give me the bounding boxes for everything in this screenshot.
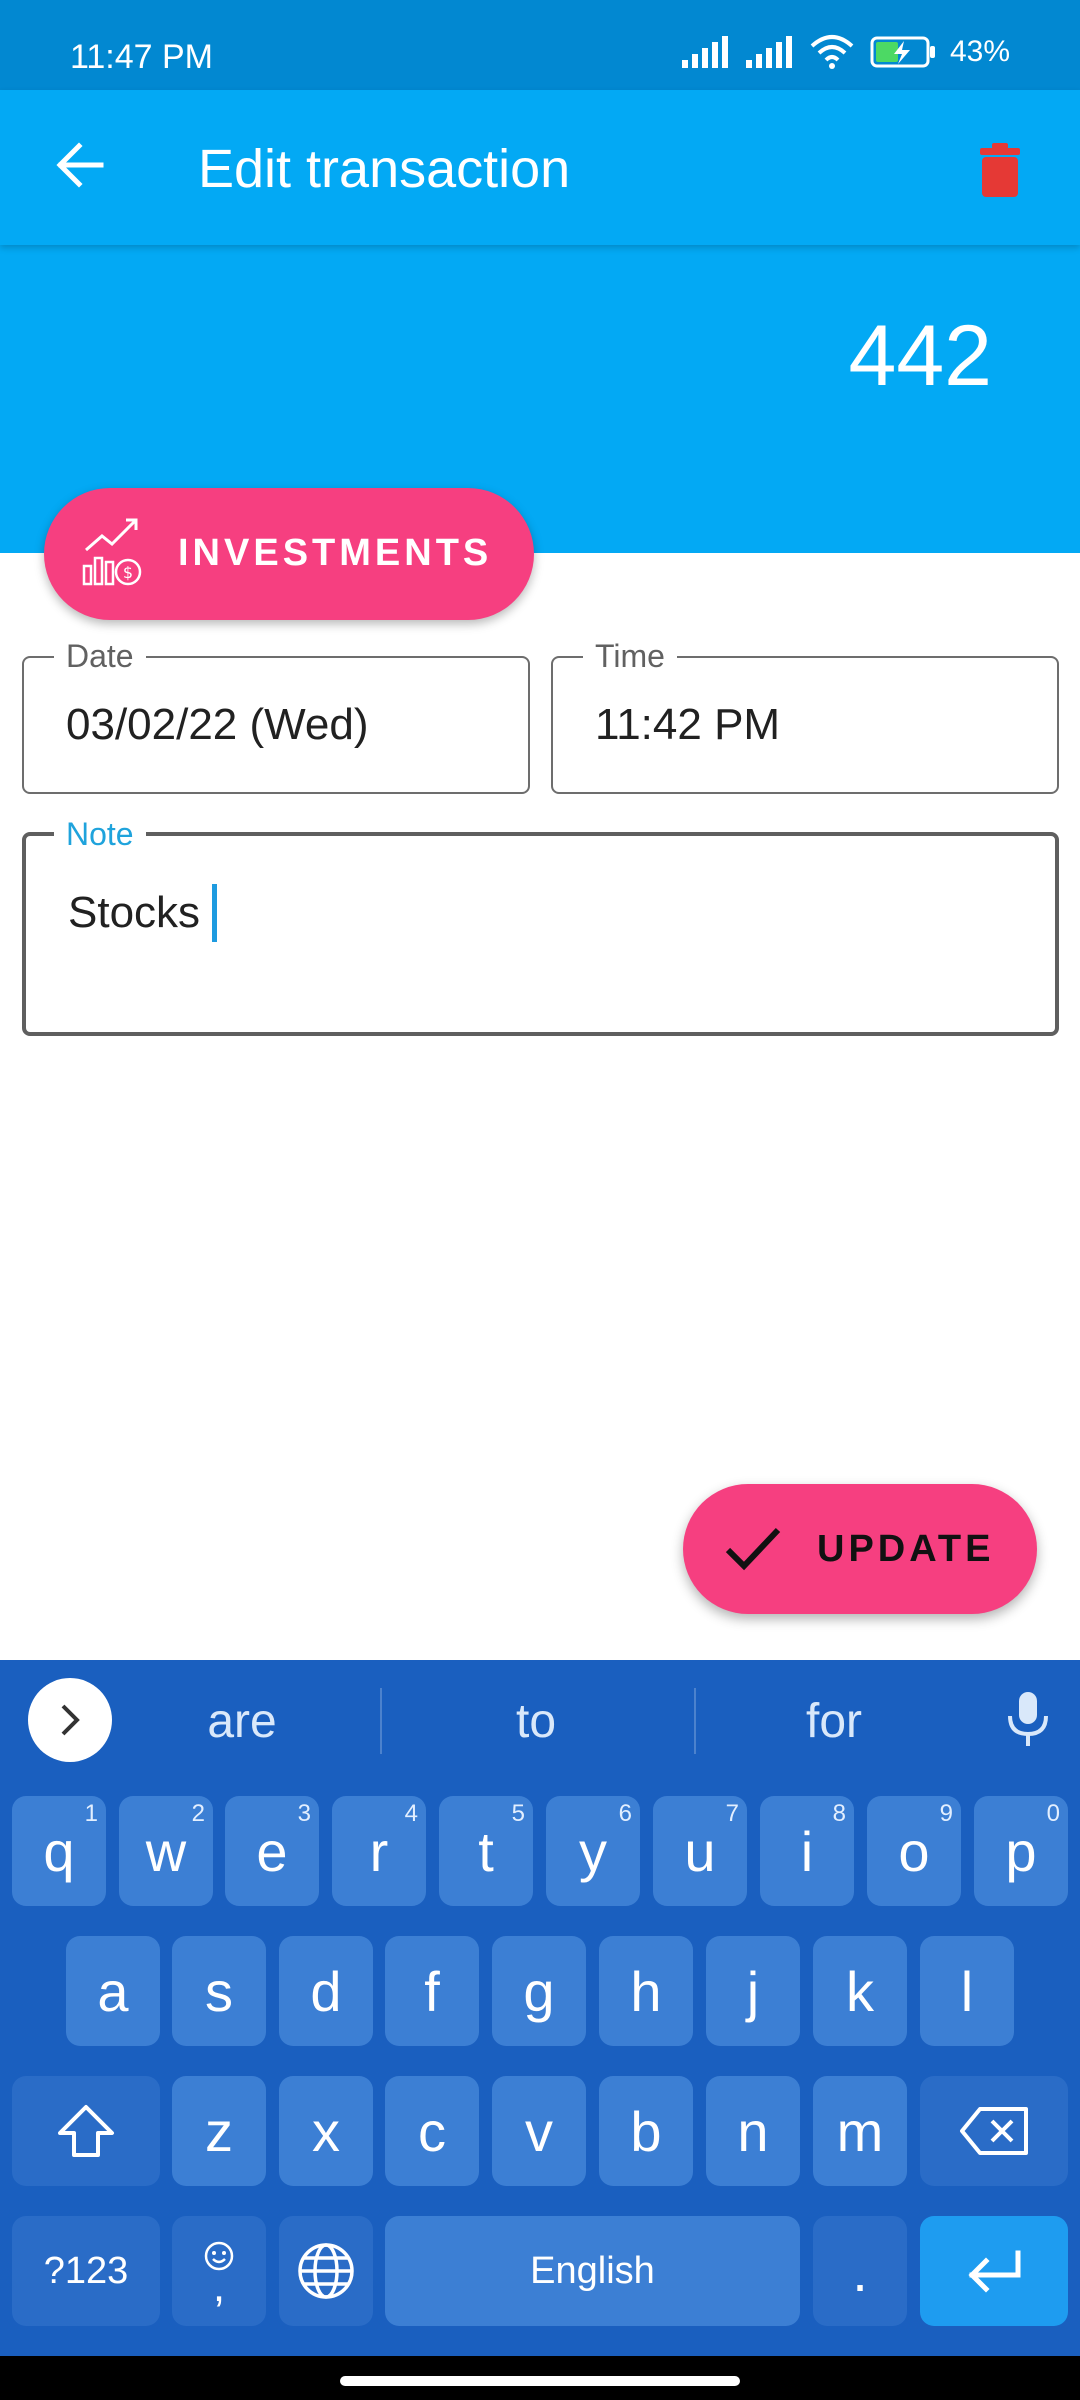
key-s[interactable]: s [172,1936,266,2046]
time-label: Time [583,636,677,676]
page-title: Edit transaction [198,139,571,199]
key-k[interactable]: k [813,1936,907,2046]
update-label: UPDATE [817,1528,995,1570]
key-e[interactable]: e3 [225,1796,319,1906]
key-y[interactable]: y6 [546,1796,640,1906]
status-bar: 11:47 PM 43% [0,0,1080,90]
key-l[interactable]: l [920,1936,1014,2046]
shift-icon [58,2105,114,2157]
note-value: Stocks [68,888,201,937]
wifi-icon [810,35,854,69]
key-c[interactable]: c [385,2076,479,2186]
mic-icon [1008,1692,1048,1746]
symbols-key[interactable]: ?123 [12,2216,160,2326]
date-value: 03/02/22 (Wed) [66,700,369,749]
key-q[interactable]: q1 [12,1796,106,1906]
enter-icon [968,2250,1021,2293]
key-h[interactable]: h [599,1936,693,2046]
space-key[interactable]: English [385,2216,800,2326]
time-value: 11:42 PM [595,700,781,749]
key-v[interactable]: v [492,2076,586,2186]
delete-button[interactable] [960,130,1040,210]
date-label: Date [54,636,146,676]
key-u[interactable]: u7 [653,1796,747,1906]
battery-icon [870,36,935,68]
suggestion-3[interactable]: for [714,1694,954,1749]
note-label: Note [54,814,146,854]
check-icon [725,1527,781,1571]
suggestion-bar: are to for [0,1660,1080,1780]
key-f[interactable]: f [385,1936,479,2046]
suggestion-1[interactable]: are [122,1694,362,1749]
key-z[interactable]: z [172,2076,266,2186]
home-handle[interactable] [340,2376,740,2386]
key-x[interactable]: x [279,2076,373,2186]
key-a[interactable]: a [66,1936,160,2046]
backspace-key[interactable] [920,2076,1068,2186]
key-g[interactable]: g [492,1936,586,2046]
suggestion-2[interactable]: to [416,1694,656,1749]
category-label: INVESTMENTS [178,532,493,574]
app-bar: Edit transaction [0,90,1080,245]
backspace-icon [960,2107,1028,2155]
key-m[interactable]: m [813,2076,907,2186]
key-w[interactable]: w2 [119,1796,213,1906]
suggestion-divider [694,1688,696,1754]
navigation-bar [0,2356,1080,2400]
signal-icon [745,36,792,68]
amount-value[interactable]: 442 [849,307,993,406]
date-field[interactable]: Date 03/02/22 (Wed) [22,636,530,794]
investment-chart-icon: $ [82,518,142,586]
globe-icon [298,2243,354,2299]
svg-text:$: $ [123,563,133,582]
key-t[interactable]: t5 [439,1796,533,1906]
arrow-back-icon [56,142,104,188]
key-r[interactable]: r4 [332,1796,426,1906]
suggestion-expand-button[interactable] [28,1678,112,1762]
key-j[interactable]: j [706,1936,800,2046]
status-icons: 43% [680,34,1010,70]
language-key[interactable] [279,2216,373,2326]
category-chip[interactable]: $ INVESTMENTS [44,488,534,620]
battery-percent: 43% [949,35,1010,68]
key-p[interactable]: p0 [974,1796,1068,1906]
chevron-right-icon [61,1704,80,1736]
key-o[interactable]: o9 [867,1796,961,1906]
period-key[interactable]: . [813,2216,907,2326]
signal-icon [681,36,728,68]
trash-icon [980,143,1020,197]
enter-key[interactable] [920,2216,1068,2326]
key-b[interactable]: b [599,2076,693,2186]
time-field[interactable]: Time 11:42 PM [551,636,1059,794]
back-button[interactable] [45,130,115,200]
suggestion-divider [380,1688,382,1754]
mic-button[interactable] [1006,1690,1050,1753]
shift-key[interactable] [12,2076,160,2186]
update-button[interactable]: UPDATE [683,1484,1037,1614]
emoji-comma-key[interactable]: , [172,2216,266,2326]
key-n[interactable]: n [706,2076,800,2186]
note-input[interactable]: Stocks [68,884,218,942]
text-cursor [212,884,218,942]
key-i[interactable]: i8 [760,1796,854,1906]
key-d[interactable]: d [279,1936,373,2046]
keyboard: are to for q1 w2 e3 r4 t5 y6 u7 i8 o9 p0… [0,1660,1080,2356]
note-field[interactable]: Note Stocks [22,814,1059,1036]
status-time: 11:47 PM [70,38,214,76]
